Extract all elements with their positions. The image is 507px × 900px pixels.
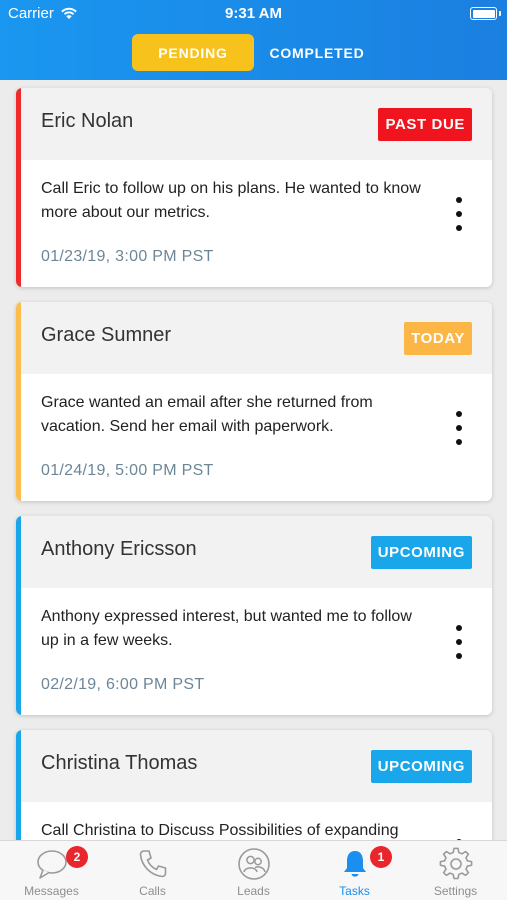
pending-tab[interactable]: PENDING <box>132 34 254 71</box>
task-card[interactable]: Anthony Ericsson UPCOMING Anthony expres… <box>16 516 492 715</box>
status-badge: UPCOMING <box>370 750 472 783</box>
status-badge: TODAY <box>404 322 472 355</box>
status-badge: PAST DUE <box>378 108 472 141</box>
tab-bar: 2 Messages Calls Leads 1 Tasks Settings <box>0 840 507 900</box>
contact-name: Eric Nolan <box>41 110 134 132</box>
task-datetime: 01/23/19, 3:00 PM PST <box>41 248 214 265</box>
task-card[interactable]: Christina Thomas UPCOMING Call Christina… <box>16 730 492 840</box>
tab-settings[interactable]: Settings <box>405 841 506 900</box>
task-datetime: 01/24/19, 5:00 PM PST <box>41 462 214 479</box>
tab-label: Messages <box>24 884 79 898</box>
tasks-badge: 1 <box>370 846 392 868</box>
more-options-icon[interactable] <box>452 408 466 448</box>
tab-label: Leads <box>237 884 270 898</box>
phone-icon <box>136 847 170 881</box>
task-datetime: 02/2/19, 6:00 PM PST <box>41 676 205 693</box>
more-options-icon[interactable] <box>452 622 466 662</box>
gear-icon <box>439 847 473 881</box>
more-options-icon[interactable] <box>452 194 466 234</box>
status-badge: UPCOMING <box>370 536 472 569</box>
task-description: Call Eric to follow up on his plans. He … <box>41 180 421 221</box>
contact-name: Grace Sumner <box>41 324 172 346</box>
tab-calls[interactable]: Calls <box>102 841 203 900</box>
card-header: Eric Nolan PAST DUE <box>21 88 492 160</box>
tab-label: Tasks <box>339 884 370 898</box>
task-description: Call Christina to Discuss Possibilities … <box>41 822 399 839</box>
contact-name: Anthony Ericsson <box>41 538 197 560</box>
battery-icon <box>470 7 497 20</box>
card-header: Grace Sumner TODAY <box>21 302 492 374</box>
contact-name: Christina Thomas <box>41 752 198 774</box>
task-list[interactable]: Eric Nolan PAST DUE Call Eric to follow … <box>0 80 507 840</box>
chat-bubble-icon <box>35 847 69 881</box>
completed-tab[interactable]: COMPLETED <box>256 34 378 71</box>
segmented-control: PENDING COMPLETED <box>132 34 378 71</box>
app-header: Carrier 9:31 AM PENDING COMPLETED <box>0 0 507 80</box>
tab-label: Settings <box>433 884 478 898</box>
tab-label: Calls <box>139 884 166 898</box>
task-card[interactable]: Eric Nolan PAST DUE Call Eric to follow … <box>16 88 492 287</box>
card-header: Anthony Ericsson UPCOMING <box>21 516 492 588</box>
tab-leads[interactable]: Leads <box>203 841 304 900</box>
status-bar: Carrier 9:31 AM <box>0 0 507 28</box>
battery-tip <box>499 11 501 16</box>
task-description: Grace wanted an email after she returned… <box>41 394 373 435</box>
task-card[interactable]: Grace Sumner TODAY Grace wanted an email… <box>16 302 492 501</box>
messages-badge: 2 <box>66 846 88 868</box>
people-icon <box>237 847 271 881</box>
tab-tasks[interactable]: 1 Tasks <box>304 841 405 900</box>
task-description: Anthony expressed interest, but wanted m… <box>41 608 412 649</box>
card-header: Christina Thomas UPCOMING <box>21 730 492 802</box>
bell-icon <box>338 847 372 881</box>
clock: 9:31 AM <box>225 5 282 22</box>
tab-messages[interactable]: 2 Messages <box>1 841 102 900</box>
